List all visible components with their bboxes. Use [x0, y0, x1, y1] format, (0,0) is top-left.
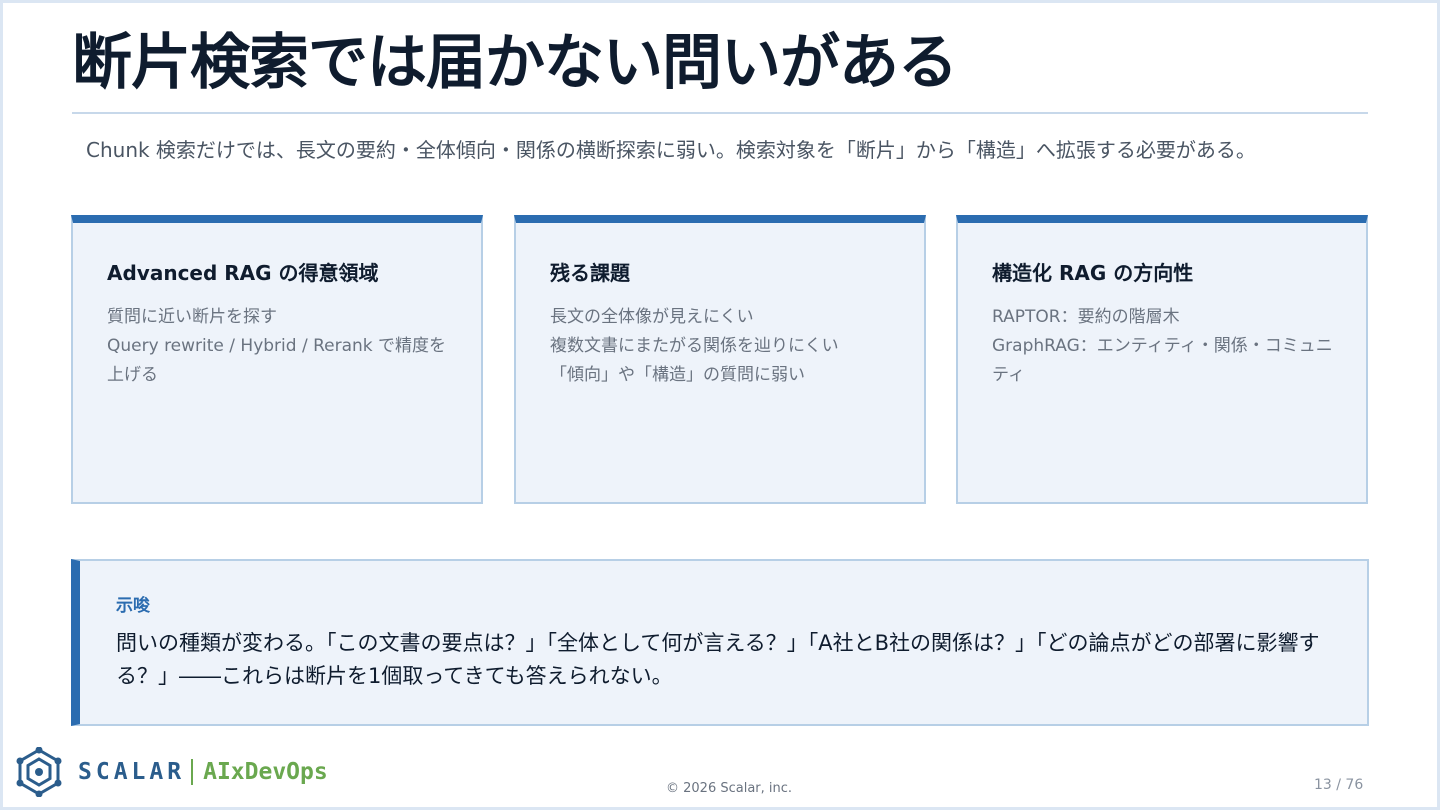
card-line: RAPTOR：要約の階層木	[992, 307, 1180, 327]
slide-lead: Chunk 検索だけでは、長文の要約・全体傾向・関係の横断探索に弱い。検索対象を…	[86, 138, 1256, 162]
implication-callout: 示唆 問いの種類が変わる。「この文書の要点は？」「全体として何が言える？」「A社…	[71, 559, 1369, 726]
callout-label: 示唆	[116, 596, 150, 616]
card-line: 質問に近い断片を探す	[107, 307, 277, 327]
title-divider	[72, 112, 1368, 114]
page-number: 13 / 76	[1314, 777, 1364, 793]
card-line: 「傾向」や「構造」の質問に弱い	[550, 365, 805, 385]
slide-title: 断片検索では届かない問いがある	[72, 28, 958, 98]
card-body: 質問に近い断片を探す Query rewrite / Hybrid / Rera…	[107, 303, 457, 390]
brand-name: SCALAR	[78, 759, 186, 785]
card-line: Query rewrite / Hybrid / Rerank で精度を上げる	[107, 336, 447, 385]
card-title: 構造化 RAG の方向性	[992, 261, 1194, 285]
footer-logo: SCALAR AIxDevOps	[14, 744, 328, 800]
card-remaining-issues: 残る課題 長文の全体像が見えにくい 複数文書にまたがる関係を辿りにくい 「傾向」…	[514, 215, 926, 504]
copyright: © 2026 Scalar, inc.	[666, 781, 793, 796]
callout-text: 問いの種類が変わる。「この文書の要点は？」「全体として何が言える？」「A社とB社…	[116, 631, 1320, 688]
card-body: 長文の全体像が見えにくい 複数文書にまたがる関係を辿りにくい 「傾向」や「構造」…	[550, 303, 900, 390]
card-title: Advanced RAG の得意領域	[107, 261, 379, 285]
card-title: 残る課題	[550, 261, 630, 285]
brand-separator	[191, 759, 194, 785]
card-line: 長文の全体像が見えにくい	[550, 307, 754, 327]
card-line: 複数文書にまたがる関係を辿りにくい	[550, 336, 839, 356]
card-line: GraphRAG：エンティティ・関係・コミュニティ	[992, 336, 1333, 385]
card-advanced-rag: Advanced RAG の得意領域 質問に近い断片を探す Query rewr…	[71, 215, 483, 504]
scalar-logo-icon	[16, 747, 62, 797]
card-body: RAPTOR：要約の階層木 GraphRAG：エンティティ・関係・コミュニティ	[992, 303, 1342, 390]
card-structured-rag: 構造化 RAG の方向性 RAPTOR：要約の階層木 GraphRAG：エンティ…	[956, 215, 1368, 504]
brand-tagline: AIxDevOps	[203, 759, 328, 785]
